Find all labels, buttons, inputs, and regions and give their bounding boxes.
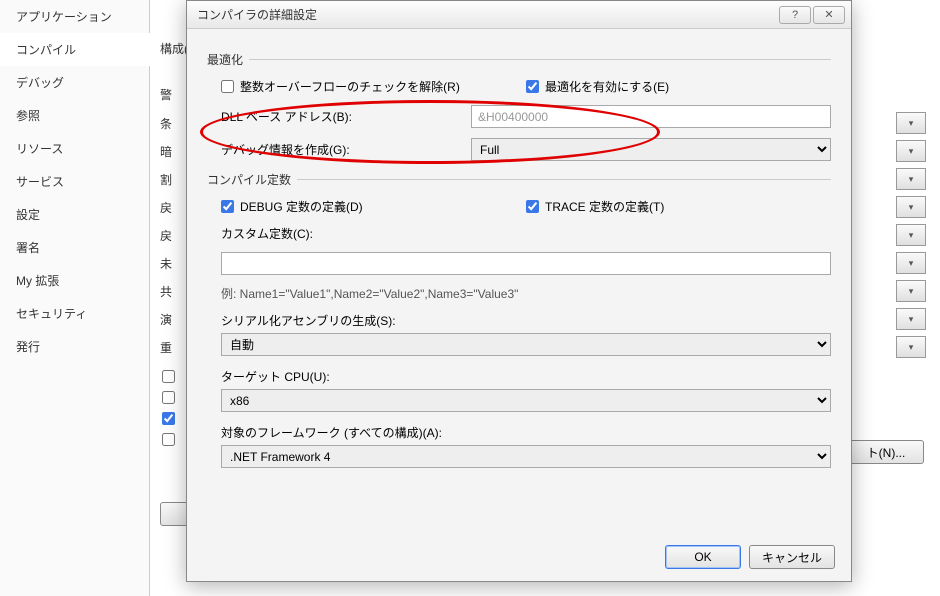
dll-base-input[interactable] bbox=[471, 105, 831, 128]
sidebar-item-references[interactable]: 参照 bbox=[0, 99, 149, 132]
group-compile-constants: コンパイル定数 bbox=[207, 171, 831, 188]
bg-checkbox-list bbox=[162, 370, 181, 446]
bg-config-label: 構成( bbox=[160, 40, 188, 57]
target-cpu-select[interactable]: x86 bbox=[221, 389, 831, 412]
remove-overflow-checkbox[interactable] bbox=[221, 80, 234, 93]
sidebar-item-services[interactable]: サービス bbox=[0, 165, 149, 198]
trace-const-checkbox[interactable] bbox=[526, 200, 539, 213]
sidebar-item-resources[interactable]: リソース bbox=[0, 132, 149, 165]
close-button[interactable]: ✕ bbox=[813, 6, 845, 24]
bg-dropdown-btn[interactable] bbox=[896, 168, 926, 190]
bg-dropdown-btn[interactable] bbox=[896, 140, 926, 162]
bg-dropdown-btn[interactable] bbox=[896, 112, 926, 134]
ok-button[interactable]: OK bbox=[665, 545, 741, 569]
bg-dropdown-btn[interactable] bbox=[896, 224, 926, 246]
custom-const-label: カスタム定数(C): bbox=[221, 225, 471, 242]
debug-info-label: デバッグ情報を作成(G): bbox=[221, 141, 471, 158]
dialog-titlebar: コンパイラの詳細設定 ? ✕ bbox=[187, 1, 851, 29]
bg-dropdown-btn[interactable] bbox=[896, 280, 926, 302]
bg-warn-header: 警 bbox=[160, 86, 172, 103]
remove-overflow-text: 整数オーバーフローのチェックを解除(R) bbox=[240, 78, 460, 95]
debug-info-select[interactable]: Full bbox=[471, 138, 831, 161]
group-title-optimizations: 最適化 bbox=[207, 51, 243, 68]
custom-const-input[interactable] bbox=[221, 252, 831, 275]
bg-dropdown-column bbox=[896, 112, 926, 358]
target-framework-label: 対象のフレームワーク (すべての構成)(A): bbox=[221, 424, 831, 441]
enable-optimizations-checkbox[interactable] bbox=[526, 80, 539, 93]
sidebar-item-compile[interactable]: コンパイル bbox=[0, 33, 150, 66]
divider bbox=[297, 179, 831, 180]
sidebar-item-debug[interactable]: デバッグ bbox=[0, 66, 149, 99]
cancel-button[interactable]: キャンセル bbox=[749, 545, 835, 569]
bg-dropdown-btn[interactable] bbox=[896, 336, 926, 358]
debug-const-checkbox[interactable] bbox=[221, 200, 234, 213]
bg-checkbox[interactable] bbox=[162, 391, 175, 404]
sidebar-item-security[interactable]: セキュリティ bbox=[0, 297, 149, 330]
example-text: 例: Name1="Value1",Name2="Value2",Name3="… bbox=[221, 285, 831, 302]
bg-checkbox[interactable] bbox=[162, 412, 175, 425]
remove-overflow-checkbox-label[interactable]: 整数オーバーフローのチェックを解除(R) bbox=[221, 78, 526, 95]
bg-checkbox[interactable] bbox=[162, 433, 175, 446]
sidebar-item-my-extensions[interactable]: My 拡張 bbox=[0, 264, 149, 297]
target-cpu-label: ターゲット CPU(U): bbox=[221, 368, 831, 385]
sidebar-item-application[interactable]: アプリケーション bbox=[0, 0, 149, 33]
sidebar-item-publish[interactable]: 発行 bbox=[0, 330, 149, 363]
dialog-footer: OK キャンセル bbox=[665, 545, 835, 569]
debug-const-checkbox-label[interactable]: DEBUG 定数の定義(D) bbox=[221, 198, 526, 215]
help-button[interactable]: ? bbox=[779, 6, 811, 24]
dialog-title: コンパイラの詳細設定 bbox=[197, 6, 777, 23]
trace-const-checkbox-label[interactable]: TRACE 定数の定義(T) bbox=[526, 198, 831, 215]
sidebar-item-signing[interactable]: 署名 bbox=[0, 231, 149, 264]
dialog-body: 最適化 整数オーバーフローのチェックを解除(R) 最適化を有効にする(E) DL… bbox=[187, 29, 851, 581]
divider bbox=[249, 59, 831, 60]
bg-checkbox[interactable] bbox=[162, 370, 175, 383]
bg-dropdown-btn[interactable] bbox=[896, 196, 926, 218]
serialize-label: シリアル化アセンブリの生成(S): bbox=[221, 312, 831, 329]
bg-side-labels: 条 暗 割 戻 戻 未 共 演 重 bbox=[160, 112, 172, 358]
dll-base-label: DLL ベース アドレス(B): bbox=[221, 108, 471, 125]
bg-dropdown-btn[interactable] bbox=[896, 252, 926, 274]
debug-const-text: DEBUG 定数の定義(D) bbox=[240, 198, 363, 215]
target-framework-select[interactable]: .NET Framework 4 bbox=[221, 445, 831, 468]
group-optimizations: 最適化 bbox=[207, 51, 831, 68]
enable-optimizations-checkbox-label[interactable]: 最適化を有効にする(E) bbox=[526, 78, 831, 95]
sidebar: アプリケーション コンパイル デバッグ 参照 リソース サービス 設定 署名 M… bbox=[0, 0, 150, 596]
advanced-compiler-settings-dialog: コンパイラの詳細設定 ? ✕ 最適化 整数オーバーフローのチェックを解除(R) … bbox=[186, 0, 852, 582]
serialize-select[interactable]: 自動 bbox=[221, 333, 831, 356]
sidebar-item-settings[interactable]: 設定 bbox=[0, 198, 149, 231]
group-title-constants: コンパイル定数 bbox=[207, 171, 291, 188]
trace-const-text: TRACE 定数の定義(T) bbox=[545, 198, 664, 215]
bg-advanced-button[interactable]: ト(N)... bbox=[848, 440, 924, 464]
enable-optimizations-text: 最適化を有効にする(E) bbox=[545, 78, 669, 95]
bg-dropdown-btn[interactable] bbox=[896, 308, 926, 330]
